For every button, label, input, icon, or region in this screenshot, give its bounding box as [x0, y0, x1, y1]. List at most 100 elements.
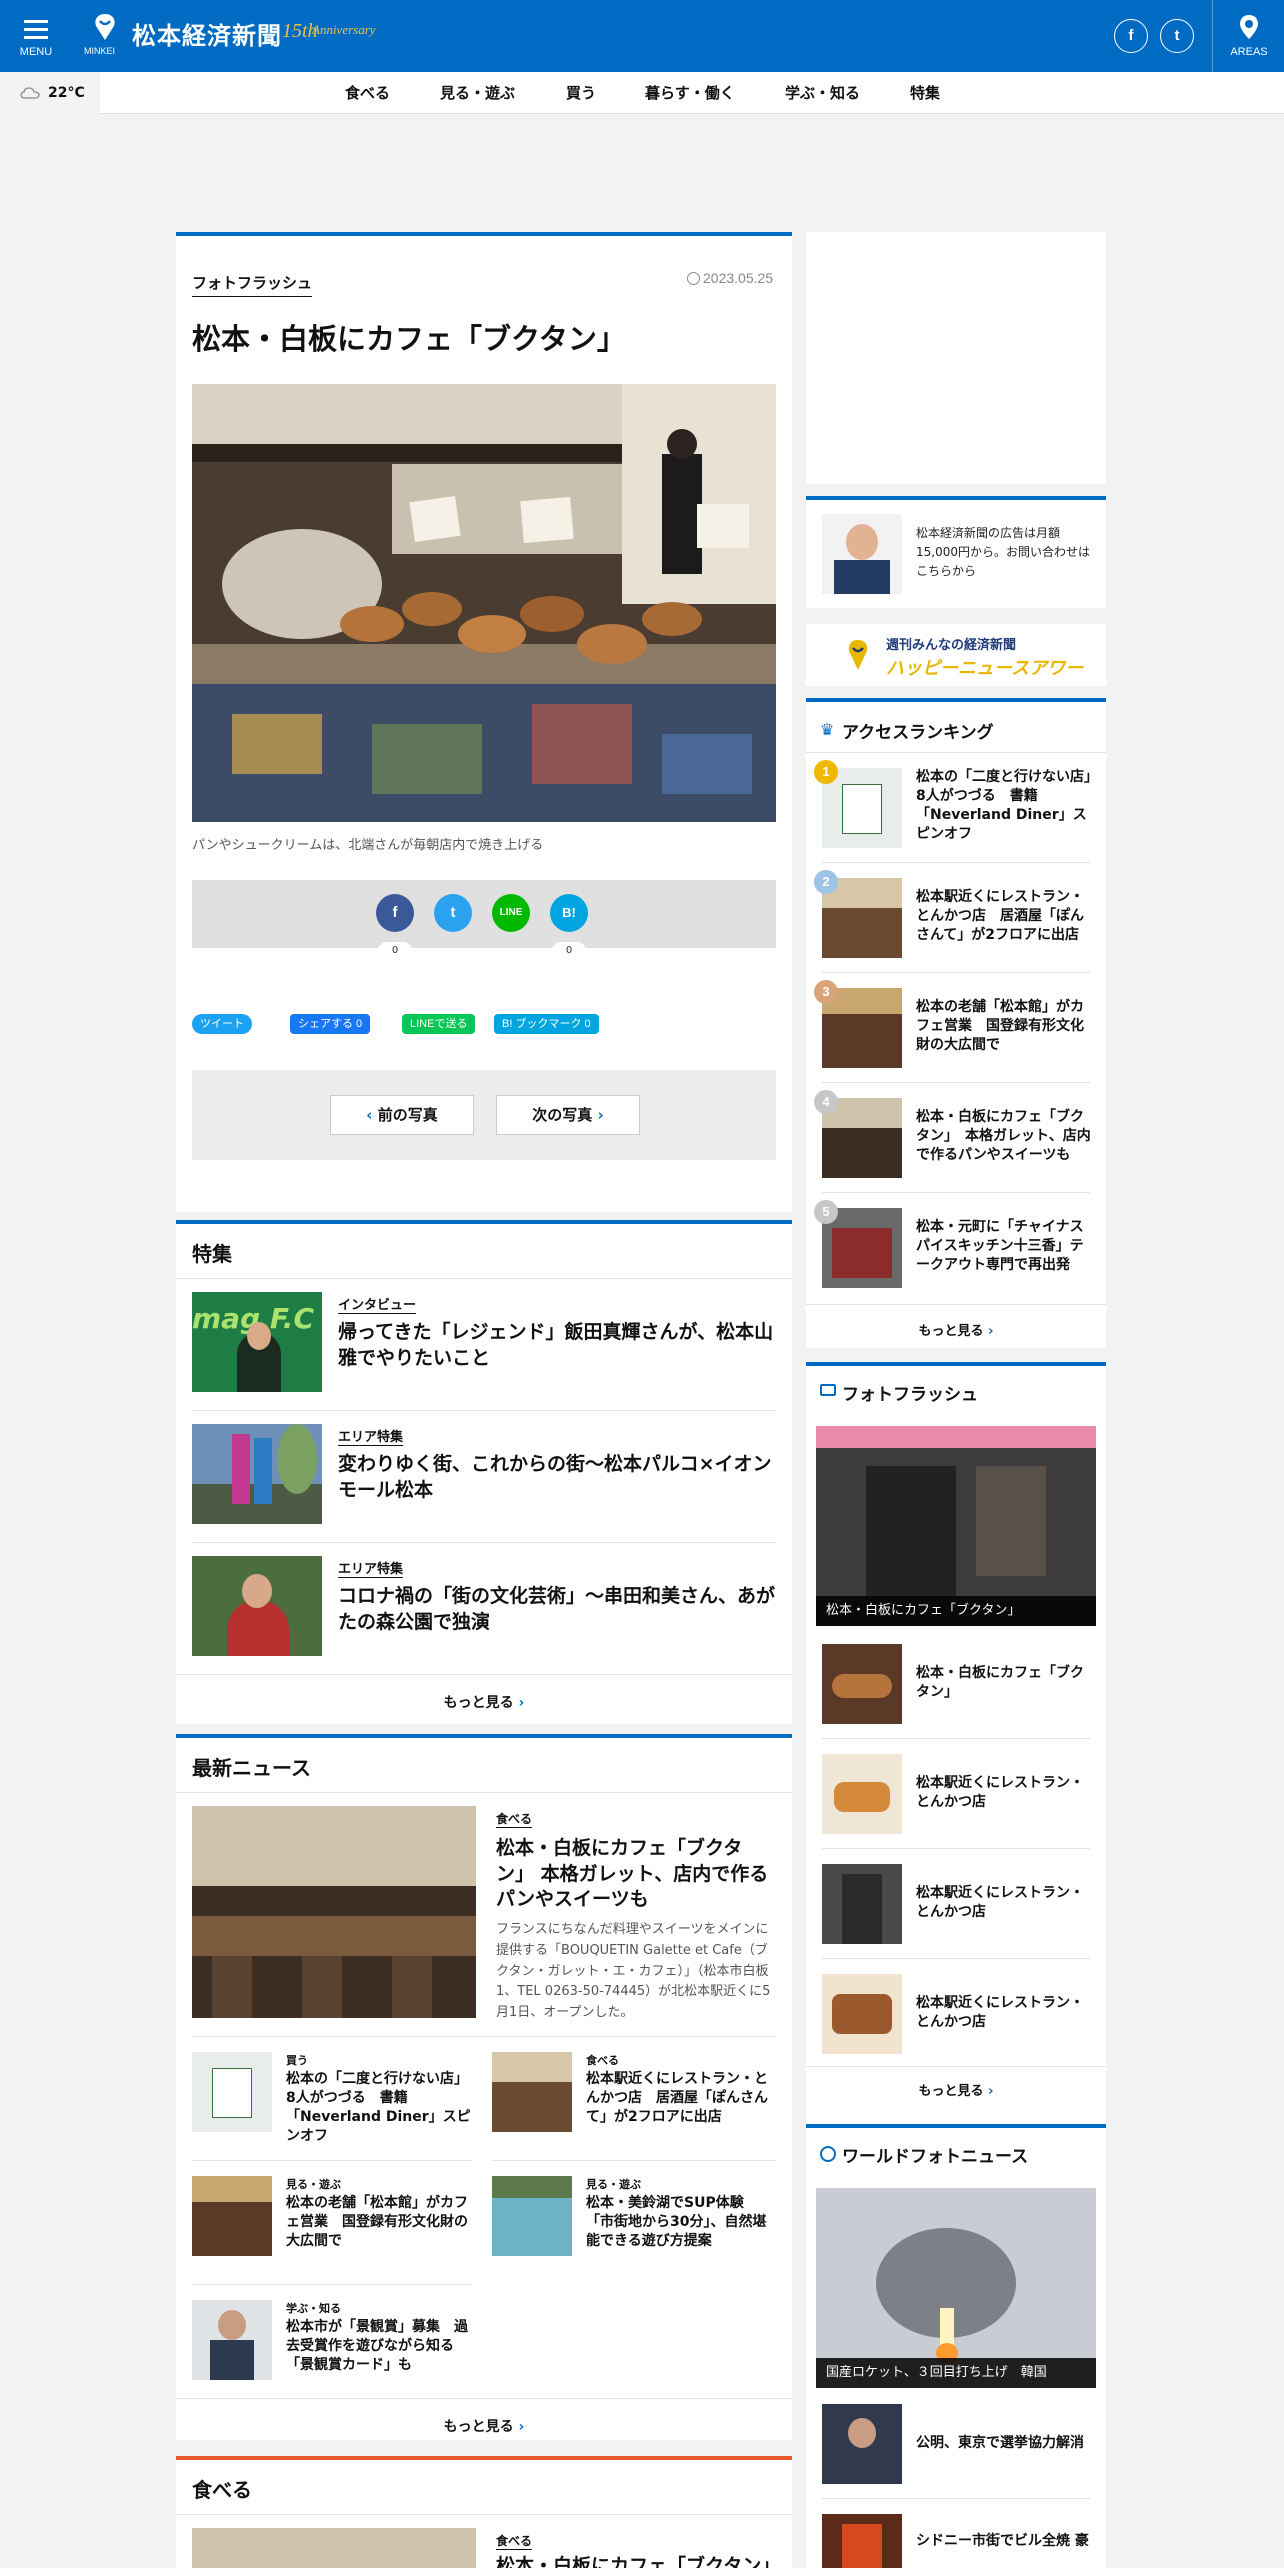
site-header: MENU MINKEI 松本経済新聞 15th Anniversary f t …	[0, 0, 1284, 72]
chevron-right-icon: ›	[513, 2419, 525, 2435]
rank-badge: 5	[814, 1200, 838, 1224]
news-more-link[interactable]: もっと見る ›	[176, 2416, 792, 2436]
taberu-headline[interactable]: 松本・白板にカフェ「ブクタン」	[496, 2554, 780, 2568]
divider	[176, 2398, 792, 2399]
world-news-title: ワールドフォトニュース	[842, 2147, 1029, 2167]
minkei-pin-icon	[848, 640, 868, 670]
world-news-main-caption: 国産ロケット、３回目打ち上げ 韓国	[816, 2358, 1096, 2388]
areas-button[interactable]: AREAS	[1212, 0, 1284, 72]
tokushu-thumb: mag F.C	[192, 1292, 322, 1392]
chevron-right-icon: ›	[592, 1106, 604, 1124]
article-main-photo	[192, 384, 776, 822]
photoflash-headline: 松本駅近くにレストラン・とんかつ店	[916, 1995, 1084, 2030]
photoflash-thumb	[822, 1864, 902, 1944]
share-bar: f 0 t LINE B! 0	[192, 880, 776, 960]
minkei-label: MINKEI	[84, 46, 116, 56]
news-tag: 見る・遊ぶ	[286, 2178, 341, 2191]
line-send-chip[interactable]: LINEで送る	[402, 1014, 476, 1034]
banner-main-text: ハッピーニュースアワー	[886, 658, 1084, 679]
twitter-icon[interactable]: t	[1160, 19, 1194, 53]
divider	[806, 752, 1106, 753]
tokushu-more-link[interactable]: もっと見る ›	[176, 1692, 792, 1712]
ranking-headline: 松本の「二度と行けない店」8人がつづる 書籍「Neverland Diner」ス…	[916, 769, 1091, 842]
more-label: もっと見る	[443, 1695, 514, 1711]
latest-news-title: 最新ニュース	[192, 1756, 311, 1780]
tweet-button[interactable]: ツイート	[192, 1014, 252, 1034]
photoflash-more-box: もっと見る ›	[806, 2066, 1106, 2128]
news-headline: 松本駅近くにレストラン・とんかつ店 居酒屋「ぽんさんて」が2フロアに出店	[586, 2071, 768, 2125]
world-news-headline: 公明、東京で選挙協力解消	[916, 2435, 1084, 2451]
photoflash-thumb	[822, 1754, 902, 1834]
prev-photo-label: 前の写真	[377, 1106, 438, 1124]
rank-badge: 3	[814, 980, 838, 1004]
taberu-photo[interactable]	[192, 2528, 476, 2568]
minkei-logo-icon[interactable]	[90, 12, 120, 42]
twitter-share-icon[interactable]: t	[434, 894, 472, 932]
chevron-right-icon: ›	[983, 2084, 994, 2099]
facebook-icon[interactable]: f	[1114, 19, 1148, 53]
more-label: もっと見る	[918, 1324, 984, 1339]
nav-taberu[interactable]: 食べる	[345, 72, 390, 114]
news-thumb	[492, 2176, 572, 2256]
hatena-bookmark-chip[interactable]: B! ブックマーク 0	[494, 1014, 599, 1034]
photoflash-thumb	[822, 1974, 902, 2054]
divider	[492, 2160, 776, 2161]
tokushu-thumb	[192, 1556, 322, 1656]
tokushu-headline: 帰ってきた「レジェンド」飯田真輝さんが、松本山雅でやりたいこと	[338, 1321, 774, 1369]
news-headline: 松本の老舗「松本館」がカフェ営業 国登録有形文化財の大広間で	[286, 2195, 468, 2249]
site-title[interactable]: 松本経済新聞	[132, 16, 282, 51]
hatena-share-count: 0	[552, 942, 586, 960]
divider	[176, 1278, 792, 1279]
divider	[176, 1674, 792, 1675]
divider	[822, 1192, 1090, 1193]
menu-label: MENU	[19, 46, 53, 58]
tokushu-tag: インタビュー	[338, 1294, 417, 1314]
nav-kurasu-hataraku[interactable]: 暮らす・働く	[645, 72, 735, 114]
facebook-share-chip[interactable]: シェアする 0	[290, 1014, 371, 1034]
photoflash-more-link[interactable]: もっと見る ›	[806, 2080, 1106, 2099]
menu-button[interactable]: MENU	[0, 0, 72, 72]
happy-news-banner[interactable]: 週刊みんなの経済新聞 ハッピーニュースアワー	[806, 624, 1106, 686]
article-kicker[interactable]: フォトフラッシュ	[192, 272, 313, 297]
news-headline: 松本市が「景観賞」募集 過去受賞作を遊びながら知る「景観賞カード」も	[286, 2319, 468, 2373]
areas-label: AREAS	[1230, 46, 1268, 58]
world-news-thumb	[822, 2404, 902, 2484]
ranking-more-link[interactable]: もっと見る ›	[806, 1320, 1106, 1339]
nav-kau[interactable]: 買う	[566, 72, 596, 114]
divider	[822, 1958, 1090, 1959]
divider	[806, 1304, 1106, 1305]
nav-manabu-shiru[interactable]: 学ぶ・知る	[785, 72, 860, 114]
photoflash-title: フォトフラッシュ	[842, 1385, 978, 1405]
nav-miru-asobu[interactable]: 見る・遊ぶ	[440, 72, 515, 114]
next-photo-button[interactable]: 次の写真 ›	[496, 1095, 640, 1135]
news-tag: 学ぶ・知る	[286, 2302, 341, 2315]
hatena-share-icon[interactable]: B!	[550, 894, 588, 932]
tokushu-tag: エリア特集	[338, 1558, 404, 1578]
world-news-main-photo[interactable]: 国産ロケット、３回目打ち上げ 韓国	[816, 2188, 1096, 2388]
next-photo-label: 次の写真	[532, 1106, 593, 1124]
ad-info-box[interactable]: 松本経済新聞の広告は月額15,000円から。お問い合わせはこちらから	[806, 496, 1106, 608]
news-thumb	[192, 2052, 272, 2132]
news-headline: 松本の「二度と行けない店」8人がつづる 書籍「Neverland Diner」ス…	[286, 2071, 471, 2144]
facebook-share-icon[interactable]: f	[376, 894, 414, 932]
taberu-tag: 食べる	[496, 2534, 533, 2550]
tokushu-section: 特集 mag F.C インタビュー 帰ってきた「レジェンド」飯田真輝さんが、松本…	[176, 1220, 792, 1724]
line-share-icon[interactable]: LINE	[492, 894, 530, 932]
nav-tokushu[interactable]: 特集	[910, 72, 940, 114]
weather-widget: 22°C	[0, 72, 100, 114]
category-nav: 22°C 食べる 見る・遊ぶ 買う 暮らす・働く 学ぶ・知る 特集	[0, 72, 1284, 114]
lead-news-body: フランスにちなんだ料理やスイーツをメインに提供する「BOUQUETIN Gale…	[496, 1922, 771, 2021]
tokushu-thumb	[192, 1424, 322, 1524]
article-date-text: 2023.05.25	[703, 270, 774, 286]
divider	[176, 2514, 792, 2515]
divider	[822, 1738, 1090, 1739]
ranking-headline: 松本・白板にカフェ「ブクタン」 本格ガレット、店内で作るパンやスイーツも	[916, 1109, 1091, 1163]
lead-news-tag: 食べる	[496, 1812, 533, 1828]
ranking-headline: 松本の老舗「松本館」がカフェ営業 国登録有形文化財の大広間で	[916, 999, 1084, 1053]
divider	[822, 1848, 1090, 1849]
sidebar-ad-slot	[806, 232, 1106, 484]
divider	[192, 2160, 472, 2161]
prev-photo-button[interactable]: ‹ 前の写真	[330, 1095, 474, 1135]
article-title: 松本・白板にカフェ「ブクタン」	[192, 322, 626, 356]
photoflash-main-photo[interactable]: 松本・白板にカフェ「ブクタン」	[816, 1426, 1096, 1626]
